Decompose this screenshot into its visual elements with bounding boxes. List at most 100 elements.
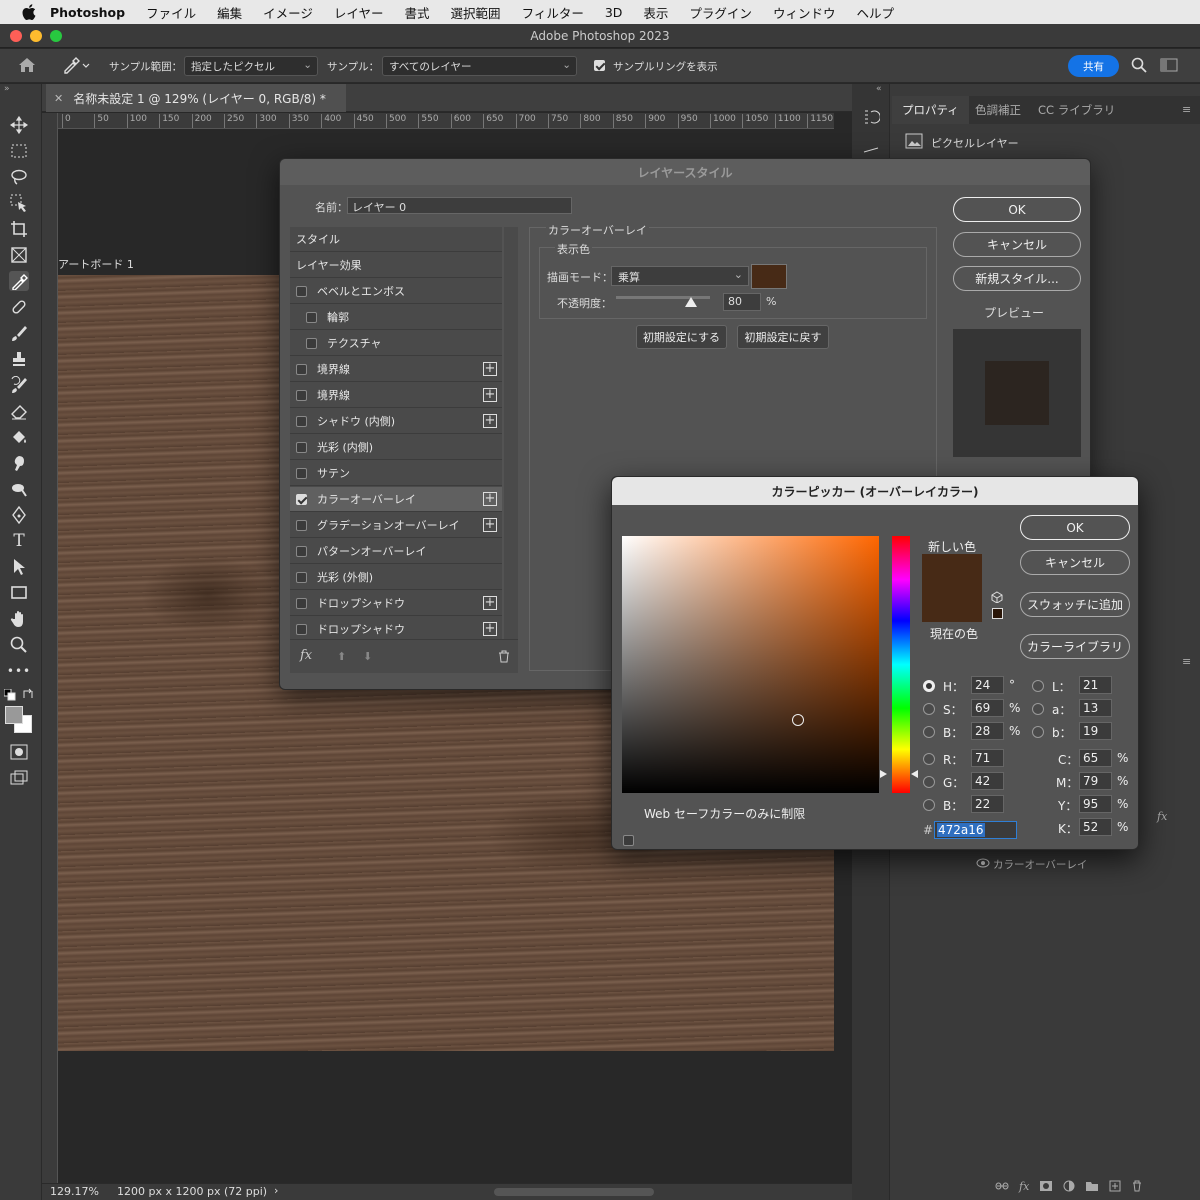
history-brush-tool-icon[interactable] xyxy=(9,375,29,395)
menu-3d[interactable]: 3D xyxy=(605,5,623,20)
saturation-radio[interactable] xyxy=(923,703,935,715)
opacity-slider-thumb[interactable] xyxy=(685,297,698,307)
add-effect-plus-icon[interactable]: + xyxy=(483,414,497,428)
tab-cc-libraries[interactable]: CC ライブラリ xyxy=(1028,96,1125,124)
new-layer-icon[interactable] xyxy=(1109,1180,1121,1194)
add-mask-icon[interactable] xyxy=(1039,1180,1053,1194)
web-safe-swatch[interactable] xyxy=(992,608,1003,619)
lightness-radio[interactable] xyxy=(1032,680,1044,692)
marquee-tool-icon[interactable] xyxy=(9,141,29,161)
effect-list-item[interactable]: パターンオーバーレイ xyxy=(290,539,502,564)
smudge-tool-icon[interactable] xyxy=(9,453,29,473)
sample-layers-dropdown[interactable]: すべてのレイヤー ⌄ xyxy=(382,56,577,76)
object-selection-tool-icon[interactable] xyxy=(9,193,29,213)
document-info[interactable]: 1200 px x 1200 px (72 ppi) xyxy=(117,1185,267,1198)
effect-checkbox[interactable] xyxy=(296,519,307,531)
swap-colors-icon[interactable] xyxy=(22,688,34,703)
menu-filter[interactable]: フィルター xyxy=(522,3,584,22)
effect-list-item[interactable]: スタイル xyxy=(290,227,502,252)
make-default-button[interactable]: 初期設定にする xyxy=(636,325,727,349)
add-to-swatches-button[interactable]: スウォッチに追加 xyxy=(1020,592,1130,617)
eye-icon[interactable] xyxy=(976,858,990,871)
delete-layer-icon[interactable] xyxy=(1131,1180,1143,1194)
effect-checkbox[interactable] xyxy=(296,285,307,297)
effect-list-item[interactable]: 光彩 (内側) xyxy=(290,435,502,460)
ok-button[interactable]: OK xyxy=(953,197,1081,222)
panel-menu-icon[interactable]: ≡ xyxy=(1182,103,1191,116)
quick-mask-icon[interactable] xyxy=(10,744,28,763)
menu-select[interactable]: 選択範囲 xyxy=(451,3,501,22)
effect-checkbox[interactable] xyxy=(296,597,307,609)
crop-tool-icon[interactable] xyxy=(9,219,29,239)
effects-list-scrollbar[interactable] xyxy=(504,227,518,639)
horizontal-scrollbar[interactable] xyxy=(494,1188,654,1196)
menu-plugins[interactable]: プラグイン xyxy=(689,3,752,22)
effect-checkbox[interactable] xyxy=(296,623,307,635)
lightness-input[interactable]: 21 xyxy=(1079,676,1112,694)
effect-list-item[interactable]: グラデーションオーバーレイ + xyxy=(290,513,502,538)
frame-tool-icon[interactable] xyxy=(9,245,29,265)
move-down-icon[interactable]: ⬇ xyxy=(363,650,372,663)
effect-list-item[interactable]: 輪郭 xyxy=(290,305,502,330)
add-effect-plus-icon[interactable]: + xyxy=(483,388,497,402)
effect-checkbox[interactable] xyxy=(306,311,317,323)
workspace-layout-icon[interactable] xyxy=(1160,58,1178,75)
hue-input[interactable]: 24 xyxy=(971,676,1004,694)
menu-file[interactable]: ファイル xyxy=(146,3,196,22)
new-group-icon[interactable] xyxy=(1085,1180,1099,1194)
cancel-button[interactable]: キャンセル xyxy=(953,232,1081,257)
layer-name-input[interactable]: レイヤー 0 xyxy=(347,197,572,214)
sample-size-dropdown[interactable]: 指定したピクセル ⌄ xyxy=(184,56,318,76)
green-input[interactable]: 42 xyxy=(971,772,1004,790)
effect-checkbox[interactable] xyxy=(296,571,307,583)
effect-list-item[interactable]: シャドウ (内側) + xyxy=(290,409,502,434)
red-radio[interactable] xyxy=(923,753,935,765)
a-channel-input[interactable]: 13 xyxy=(1079,699,1112,717)
blue-radio[interactable] xyxy=(923,799,935,811)
new-style-button[interactable]: 新規スタイル... xyxy=(953,266,1081,291)
menu-image[interactable]: イメージ xyxy=(263,3,313,22)
effect-list-item[interactable]: レイヤー効果 xyxy=(290,253,502,278)
picker-cancel-button[interactable]: キャンセル xyxy=(1020,550,1130,575)
opacity-input[interactable]: 80 xyxy=(723,293,761,311)
add-effect-plus-icon[interactable]: + xyxy=(483,596,497,610)
foreground-color-swatch[interactable] xyxy=(5,706,23,724)
path-selection-tool-icon[interactable] xyxy=(9,557,29,577)
effect-list-item[interactable]: ドロップシャドウ + xyxy=(290,591,502,616)
menu-edit[interactable]: 編集 xyxy=(217,3,242,22)
eraser-tool-icon[interactable] xyxy=(9,401,29,421)
blend-mode-dropdown[interactable]: 乗算 ⌄ xyxy=(611,266,749,286)
chevron-right-icon[interactable]: › xyxy=(274,1184,278,1197)
yellow-input[interactable]: 95 xyxy=(1079,795,1112,813)
reset-to-default-button[interactable]: 初期設定に戻す xyxy=(737,325,829,349)
hue-slider-left-arrow[interactable] xyxy=(880,770,887,778)
move-tool-icon[interactable] xyxy=(9,115,29,135)
add-style-icon[interactable]: fx xyxy=(1019,1180,1029,1194)
cyan-input[interactable]: 65 xyxy=(1079,749,1112,767)
eyedropper-tool-preset-icon[interactable] xyxy=(62,56,90,77)
magenta-input[interactable]: 79 xyxy=(1079,772,1112,790)
effect-list-item[interactable]: ベベルとエンボス xyxy=(290,279,502,304)
hue-radio[interactable] xyxy=(923,680,935,692)
effect-list-item[interactable]: テクスチャ xyxy=(290,331,502,356)
history-panel-icon[interactable] xyxy=(862,108,881,129)
picker-ok-button[interactable]: OK xyxy=(1020,515,1130,540)
zoom-tool-icon[interactable] xyxy=(9,635,29,655)
web-safe-only-checkbox[interactable] xyxy=(623,835,634,846)
healing-brush-tool-icon[interactable] xyxy=(9,297,29,317)
collapse-panel-icon[interactable]: « xyxy=(876,84,882,94)
artboard-label[interactable]: アートボード 1 xyxy=(58,256,134,272)
green-radio[interactable] xyxy=(923,776,935,788)
adjust-panel-icon[interactable] xyxy=(862,144,880,157)
share-button[interactable]: 共有 xyxy=(1068,55,1119,77)
hand-tool-icon[interactable] xyxy=(9,609,29,629)
type-tool-icon[interactable]: T xyxy=(9,531,29,551)
effect-checkbox[interactable] xyxy=(296,415,307,427)
show-sampling-ring-checkbox[interactable] xyxy=(594,60,605,71)
add-effect-plus-icon[interactable]: + xyxy=(483,362,497,376)
effect-checkbox[interactable] xyxy=(296,389,307,401)
effect-checkbox[interactable] xyxy=(306,337,317,349)
saturation-input[interactable]: 69 xyxy=(971,699,1004,717)
default-colors-icon[interactable] xyxy=(3,688,16,704)
hue-slider[interactable] xyxy=(892,536,910,793)
